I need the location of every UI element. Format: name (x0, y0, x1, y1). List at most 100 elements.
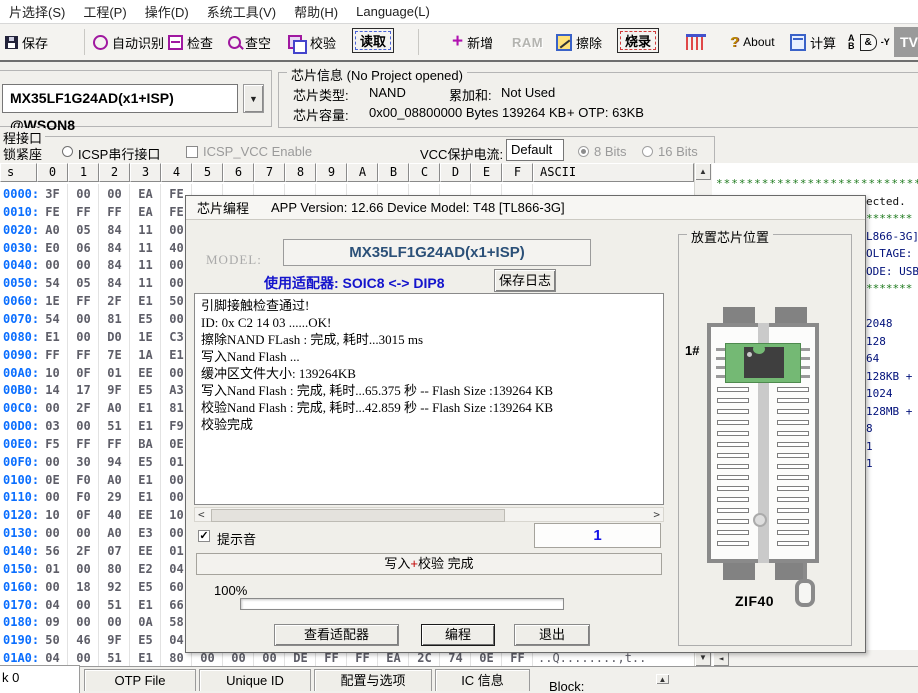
hex-byte[interactable]: 05 (68, 276, 99, 290)
dialog-title-bar[interactable]: 芯片编程 APP Version: 12.66 Device Model: T4… (186, 196, 865, 220)
hex-byte[interactable]: 51 (99, 651, 130, 665)
hex-byte[interactable]: 00 (68, 651, 99, 665)
hex-byte[interactable]: 11 (130, 258, 161, 272)
hex-byte[interactable]: E1 (130, 401, 161, 415)
hex-byte[interactable]: 11 (130, 276, 161, 290)
hex-byte[interactable]: 00 (192, 651, 223, 665)
chip-combobox-dropdown-button[interactable]: ▼ (243, 84, 264, 113)
scroll-right-arrow[interactable]: > (653, 508, 660, 521)
menu-chip-select[interactable]: 片选择(S) (0, 2, 74, 21)
hex-byte[interactable]: EE (130, 508, 161, 522)
hex-byte[interactable]: F5 (37, 437, 68, 451)
exit-button[interactable]: 退出 (514, 624, 590, 646)
hex-byte[interactable]: E1 (130, 490, 161, 504)
erase-button[interactable]: 擦除 (556, 30, 602, 54)
log-box[interactable]: 引脚接触检查通过!ID: 0x C2 14 03 ......OK!擦除NAND… (194, 293, 664, 505)
block-spin-up[interactable]: ▲ (656, 674, 669, 684)
hex-byte[interactable]: DE (285, 651, 316, 665)
hex-byte[interactable]: E5 (130, 580, 161, 594)
hex-byte[interactable]: 00 (37, 580, 68, 594)
menu-project[interactable]: 工程(P) (74, 2, 135, 21)
hex-byte[interactable]: 9F (99, 633, 130, 647)
hex-byte[interactable]: 2F (99, 294, 130, 308)
chip-select-combobox[interactable]: MX35LF1G24AD(x1+ISP) @WSON8 (2, 84, 238, 113)
hex-byte[interactable]: E1 (130, 294, 161, 308)
hex-byte[interactable]: 00 (254, 651, 285, 665)
hex-byte[interactable]: 1E (130, 330, 161, 344)
tab-config-options[interactable]: 配置与选项 (314, 669, 432, 691)
hex-byte[interactable]: 04 (37, 651, 68, 665)
read-button[interactable]: 读取 (352, 28, 394, 52)
hex-byte[interactable]: 0A (130, 615, 161, 629)
about-button[interactable]: ? About (730, 30, 775, 54)
hex-byte[interactable]: 18 (68, 580, 99, 594)
menu-language[interactable]: Language(L) (347, 4, 439, 19)
hex-byte[interactable]: 10 (37, 508, 68, 522)
scrollbar-thumb[interactable] (211, 509, 505, 522)
view-adapter-button[interactable]: 查看适配器 (274, 624, 399, 646)
hex-byte[interactable]: E1 (130, 598, 161, 612)
hex-byte[interactable]: FF (68, 437, 99, 451)
hex-byte[interactable]: 01 (37, 562, 68, 576)
burn-button[interactable]: 烧录 (617, 28, 659, 52)
hex-byte[interactable]: FF (502, 651, 533, 665)
hex-byte[interactable]: 01 (99, 366, 130, 380)
hex-byte[interactable]: E0 (37, 241, 68, 255)
hex-byte[interactable]: 09 (37, 615, 68, 629)
hex-byte[interactable]: 80 (99, 562, 130, 576)
hex-byte[interactable]: 11 (130, 223, 161, 237)
hex-byte[interactable]: E1 (130, 473, 161, 487)
save-log-button[interactable]: 保存日志 (494, 269, 556, 292)
hex-byte[interactable]: 92 (99, 580, 130, 594)
hex-byte[interactable]: 07 (99, 544, 130, 558)
hex-byte[interactable]: 84 (99, 258, 130, 272)
hex-byte[interactable]: E3 (130, 526, 161, 540)
beep-checkbox[interactable]: ✓ (198, 530, 210, 542)
pin-detect-button[interactable] (686, 30, 706, 54)
hex-byte[interactable]: 04 (37, 598, 68, 612)
calculator-button[interactable]: 计算 (790, 30, 836, 54)
hex-byte[interactable]: 51 (99, 419, 130, 433)
hex-byte[interactable]: 0E (37, 473, 68, 487)
hex-byte[interactable]: F0 (68, 490, 99, 504)
hex-byte[interactable]: 51 (99, 598, 130, 612)
hex-byte[interactable]: 00 (68, 598, 99, 612)
hex-byte[interactable]: 10 (37, 366, 68, 380)
save-button[interactable]: 保存 (5, 30, 48, 54)
scroll-left-arrow[interactable]: < (198, 508, 205, 521)
hex-byte[interactable]: 06 (68, 241, 99, 255)
hex-byte[interactable]: E5 (130, 633, 161, 647)
hex-byte[interactable]: 3F (37, 187, 68, 201)
hex-byte[interactable]: E1 (130, 419, 161, 433)
hex-byte[interactable]: EA (130, 187, 161, 201)
menu-help[interactable]: 帮助(H) (285, 2, 347, 21)
hex-byte[interactable]: 00 (68, 312, 99, 326)
hex-byte[interactable]: FF (37, 348, 68, 362)
hex-byte[interactable]: 03 (37, 419, 68, 433)
bits16-radio[interactable] (642, 146, 653, 157)
hex-byte[interactable]: A0 (37, 223, 68, 237)
tv-button[interactable]: TV (894, 27, 918, 57)
hex-byte[interactable]: 00 (223, 651, 254, 665)
hex-byte[interactable]: 29 (99, 490, 130, 504)
hex-byte[interactable]: 46 (68, 633, 99, 647)
tab-block0[interactable]: k 0 (0, 665, 80, 693)
hex-byte[interactable]: 00 (37, 526, 68, 540)
hex-byte[interactable]: 00 (99, 187, 130, 201)
hex-byte[interactable]: 2F (68, 544, 99, 558)
hex-byte[interactable]: F0 (68, 473, 99, 487)
hex-byte[interactable]: 00 (68, 526, 99, 540)
bits8-radio[interactable] (578, 146, 589, 157)
tab-otp-file[interactable]: OTP File (84, 669, 196, 691)
hex-byte[interactable]: FF (68, 205, 99, 219)
hex-byte[interactable]: E1 (130, 651, 161, 665)
hex-byte[interactable]: 84 (99, 223, 130, 237)
hex-byte[interactable]: 81 (99, 312, 130, 326)
hex-byte[interactable]: 94 (99, 455, 130, 469)
hex-byte[interactable]: 00 (68, 187, 99, 201)
hex-byte[interactable]: 0F (68, 508, 99, 522)
icsp-radio-label[interactable]: ICSP串行接口 (78, 144, 160, 163)
tab-ic-info[interactable]: IC 信息 (435, 669, 530, 691)
hex-byte[interactable]: 30 (68, 455, 99, 469)
hex-byte[interactable]: FE (37, 205, 68, 219)
